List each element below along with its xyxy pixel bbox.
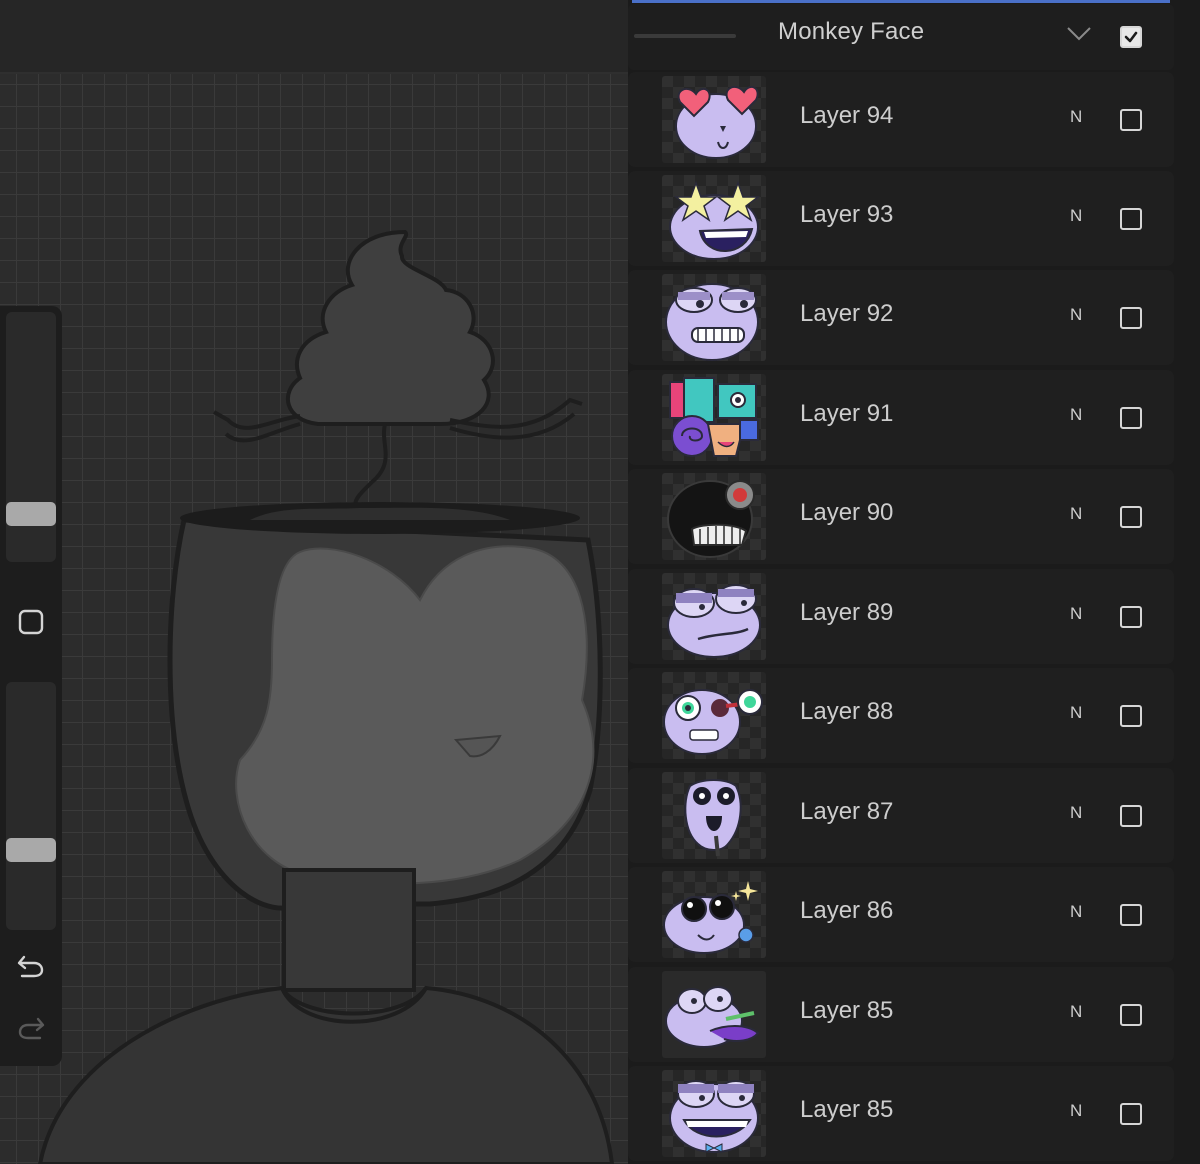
layer-visibility-checkbox[interactable] — [1120, 606, 1142, 628]
layer-thumbnail — [662, 772, 766, 859]
layer-name: Layer 85 — [800, 1096, 894, 1123]
layer-visibility-checkbox[interactable] — [1120, 705, 1142, 727]
layer-row[interactable]: Layer 91 N — [628, 370, 1174, 465]
layer-visibility-checkbox[interactable] — [1120, 407, 1142, 429]
blend-mode[interactable]: N — [1070, 803, 1082, 823]
layer-row[interactable]: Layer 94 N — [628, 72, 1174, 167]
group-name: Monkey Face — [778, 18, 925, 45]
blend-mode[interactable]: N — [1070, 107, 1082, 127]
layer-row[interactable]: Layer 86 N — [628, 867, 1174, 962]
face-dark-robot-thumbnail — [667, 480, 755, 558]
layer-visibility-checkbox[interactable] — [1120, 1004, 1142, 1026]
layer-visibility-checkbox[interactable] — [1120, 1103, 1142, 1125]
undo-button[interactable] — [0, 948, 62, 984]
layer-visibility-checkbox[interactable] — [1120, 506, 1142, 528]
layer-row[interactable]: Layer 93 N — [628, 171, 1174, 266]
modify-button[interactable] — [0, 602, 62, 642]
opacity-slider[interactable] — [6, 682, 56, 930]
layer-row[interactable]: Layer 92 N — [628, 270, 1174, 365]
layer-row[interactable]: Layer 90 N — [628, 469, 1174, 564]
layer-thumbnail — [662, 374, 766, 461]
layer-group-header[interactable]: Monkey Face — [628, 4, 1174, 70]
blend-mode[interactable]: N — [1070, 1002, 1082, 1022]
layer-visibility-checkbox[interactable] — [1120, 307, 1142, 329]
redo-button[interactable] — [0, 1010, 62, 1046]
face-heart-eyes-thumbnail — [675, 85, 759, 159]
layer-thumbnail — [662, 76, 766, 163]
blend-mode[interactable]: N — [1070, 902, 1082, 922]
face-sunglasses-thumbnail — [663, 881, 758, 954]
blend-mode[interactable]: N — [1070, 504, 1082, 524]
face-star-eyes-thumbnail — [669, 180, 761, 260]
blend-mode[interactable]: N — [1070, 405, 1082, 425]
layer-thumbnail — [662, 473, 766, 560]
drawing-canvas[interactable] — [0, 0, 628, 1164]
layer-name: Layer 94 — [800, 102, 894, 129]
blend-mode[interactable]: N — [1070, 1101, 1082, 1121]
layer-name: Layer 88 — [800, 698, 894, 725]
canvas-artwork — [37, 229, 615, 1164]
redo-icon — [18, 1017, 45, 1040]
layer-thumbnail — [662, 274, 766, 361]
layer-visibility-checkbox[interactable] — [1120, 904, 1142, 926]
group-visibility-checkbox[interactable] — [1120, 26, 1142, 48]
brush-size-thumb[interactable] — [6, 502, 56, 526]
face-smirk-thumbnail — [667, 584, 761, 658]
layer-name: Layer 85 — [800, 997, 894, 1024]
layer-thumbnail — [662, 971, 766, 1058]
layer-visibility-checkbox[interactable] — [1120, 805, 1142, 827]
checkmark-icon — [1124, 31, 1138, 43]
layer-row[interactable]: Layer 85 N — [628, 967, 1174, 1062]
tool-sidebar — [0, 306, 62, 1066]
layer-name: Layer 90 — [800, 499, 894, 526]
layer-thumbnail — [662, 573, 766, 660]
face-grimace-thumbnail — [665, 283, 759, 361]
layer-name: Layer 87 — [800, 798, 894, 825]
blend-mode[interactable]: N — [1070, 305, 1082, 325]
undo-icon — [17, 955, 44, 978]
layer-visibility-checkbox[interactable] — [1120, 208, 1142, 230]
face-tongue-thumbnail — [665, 986, 760, 1048]
layer-row[interactable]: Layer 87 N — [628, 768, 1174, 863]
layer-thumbnail — [662, 871, 766, 958]
layer-thumbnail — [662, 672, 766, 759]
layer-row[interactable]: Layer 89 N — [628, 569, 1174, 664]
blend-mode[interactable]: N — [1070, 206, 1082, 226]
layer-name: Layer 86 — [800, 897, 894, 924]
layer-name: Layer 91 — [800, 400, 894, 427]
group-collapse-bar — [634, 34, 736, 38]
layer-thumbnail — [662, 175, 766, 262]
opacity-thumb[interactable] — [6, 838, 56, 862]
blend-mode[interactable]: N — [1070, 604, 1082, 624]
layer-name: Layer 92 — [800, 300, 894, 327]
layer-row[interactable]: Layer 85 N — [628, 1066, 1174, 1161]
layer-visibility-checkbox[interactable] — [1120, 109, 1142, 131]
layer-name: Layer 89 — [800, 599, 894, 626]
layer-name: Layer 93 — [800, 201, 894, 228]
face-bowtie-grin-thumbnail — [669, 1080, 759, 1153]
face-cubist-thumbnail — [669, 377, 759, 457]
face-popped-eye-thumbnail — [663, 689, 763, 755]
layer-row[interactable]: Layer 88 N — [628, 668, 1174, 763]
chevron-down-icon[interactable] — [1066, 26, 1092, 42]
blend-mode[interactable]: N — [1070, 703, 1082, 723]
square-icon — [18, 609, 44, 635]
panel-accent-line — [632, 0, 1170, 3]
face-screaming-thumbnail — [684, 779, 742, 857]
layer-thumbnail — [662, 1070, 766, 1157]
